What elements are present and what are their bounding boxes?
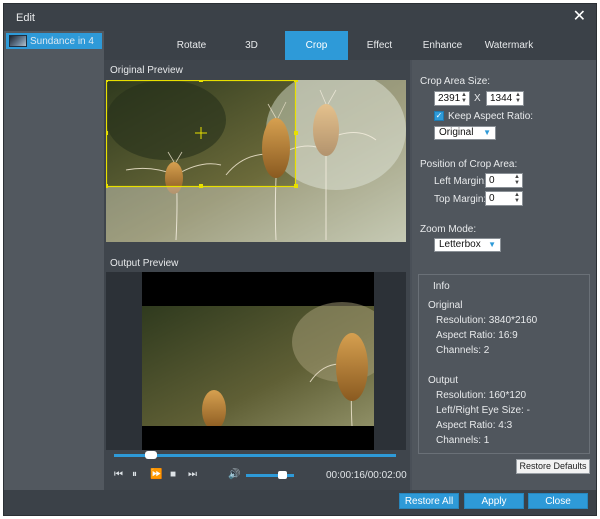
edit-window: Edit ✕ Sundance in 4 Rotate 3D Crop Effe… [3,3,597,516]
skip-forward-icon[interactable]: ⏭ [188,469,197,480]
output-preview-svg [142,272,374,450]
tab-crop[interactable]: Crop [285,31,348,60]
bottom-action-bar: Restore All Apply Close [4,490,596,515]
output-preview-area [106,272,406,450]
info-title: Info [430,281,453,292]
spinner-arrows-icon[interactable]: ▲ ▼ [514,174,520,186]
size-separator: X [474,93,481,104]
window-title: Edit [16,12,35,24]
tab-3d[interactable]: 3D [229,31,274,60]
file-list-item[interactable]: Sundance in 4 [6,33,102,49]
spinner-arrows-icon[interactable]: ▲ ▼ [514,192,520,204]
keep-aspect-checkbox[interactable]: ✓ [434,111,444,121]
tab-watermark[interactable]: Watermark [474,31,544,60]
fast-forward-icon[interactable]: ⏩ [150,469,162,480]
crop-height-value: 1344 [490,93,513,104]
zoom-mode-label: Zoom Mode: [420,224,477,235]
tab-effect[interactable]: Effect [348,31,411,60]
keep-aspect-label: Keep Aspect Ratio: [448,111,534,122]
zoom-mode-value: Letterbox [439,239,481,250]
original-resolution: Resolution: 3840*2160 [436,315,538,326]
volume-icon[interactable]: 🔊 [228,469,240,480]
skip-back-icon[interactable]: ⏮ [114,469,123,480]
seek-handle[interactable] [144,451,157,459]
original-aspect-ratio: Aspect Ratio: 16:9 [436,330,518,341]
crop-position-label: Position of Crop Area: [420,159,518,170]
close-button[interactable]: Close [528,493,588,509]
crop-height-input[interactable]: 1344 ▲ ▼ [486,91,524,106]
pause-icon[interactable]: ⏸ [132,469,137,480]
chevron-down-icon: ▼ [483,128,491,137]
left-margin-value: 0 [489,175,495,186]
top-margin-label: Top Margin: [434,194,487,205]
crop-width-input[interactable]: 2391 ▲ ▼ [434,91,470,106]
volume-slider[interactable] [246,474,294,477]
playback-controls: ⏮ ⏸ ⏩ ■ ⏭ 🔊 00:00:16/00:02:00 [104,450,410,490]
aspect-ratio-value: Original [439,127,474,138]
output-aspect-ratio: Aspect Ratio: 4:3 [436,420,513,431]
volume-handle[interactable] [277,471,287,479]
crop-settings-panel: Crop Area Size: 2391 ▲ ▼ X 1344 ▲ ▼ ✓ Keep… [412,60,596,490]
chevron-down-icon: ▼ [488,240,496,249]
spinner-arrows-icon[interactable]: ▲ ▼ [461,92,467,104]
original-preview-image [106,80,406,242]
top-margin-input[interactable]: 0 ▲ ▼ [485,191,523,206]
restore-defaults-button[interactable]: Restore Defaults [516,459,590,474]
time-display: 00:00:16/00:02:00 [326,470,407,481]
zoom-mode-dropdown[interactable]: Letterbox ▼ [434,238,501,252]
title-bar: Edit ✕ [4,4,596,31]
tab-rotate[interactable]: Rotate [154,31,229,60]
edit-tabs: Rotate 3D Crop Effect Enhance Watermark [104,31,596,60]
left-margin-label: Left Margin: [434,176,487,187]
original-preview-svg [106,80,406,242]
preview-column: Original Preview Output Preview ⏮ ⏸ ⏩ ■ … [104,60,410,490]
stop-icon[interactable]: ■ [170,469,176,480]
top-margin-value: 0 [489,193,495,204]
tab-enhance[interactable]: Enhance [411,31,474,60]
apply-button[interactable]: Apply [464,493,524,509]
original-channels: Channels: 2 [436,345,490,356]
left-margin-input[interactable]: 0 ▲ ▼ [485,173,523,188]
crop-width-value: 2391 [438,93,461,104]
output-preview-label: Output Preview [110,258,179,269]
original-preview-label: Original Preview [110,65,183,76]
crop-area-size-label: Crop Area Size: [420,76,491,87]
file-name: Sundance in 4 [30,35,94,47]
output-preview-image [142,272,374,450]
output-info-heading: Output [428,375,459,386]
original-info-heading: Original [428,300,463,311]
output-channels: Channels: 1 [436,435,490,446]
file-list-sidebar: Sundance in 4 [4,31,104,515]
spinner-arrows-icon[interactable]: ▲ ▼ [515,92,521,104]
aspect-ratio-dropdown[interactable]: Original ▼ [434,126,496,140]
video-thumbnail-icon [9,35,27,47]
output-eye-size: Left/Right Eye Size: - [436,405,530,416]
output-resolution: Resolution: 160*120 [436,390,527,401]
close-icon[interactable]: ✕ [573,8,586,26]
restore-all-button[interactable]: Restore All [399,493,459,509]
